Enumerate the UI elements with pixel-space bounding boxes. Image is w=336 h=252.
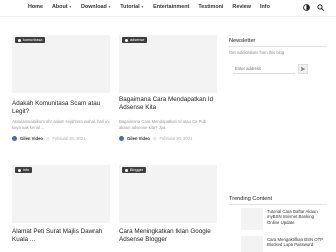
- chevron-down-icon: ▼: [68, 5, 73, 9]
- post-thumbnail[interactable]: adsense: [119, 35, 217, 93]
- post-tag[interactable]: adsense: [122, 37, 148, 43]
- post-title[interactable]: Bagaimana Cara Mendapatkan Id Adsense Ki…: [119, 96, 217, 111]
- post-excerpt: Bagaimana Cara Mendapatkan Id atau Ca Pu…: [119, 119, 207, 130]
- trending-item-title[interactable]: Tutorial Cara Daftar Akaun myBSN Interne…: [267, 209, 327, 225]
- nav-item-about[interactable]: About ▼: [52, 4, 72, 10]
- post-tag-label: info: [23, 168, 30, 172]
- chevron-down-icon: ▼: [140, 5, 145, 9]
- nav-item-label: About: [51, 4, 68, 10]
- newsletter-submit-button[interactable]: [298, 64, 308, 74]
- send-icon: [300, 66, 306, 72]
- post-tag-label: Blogger: [130, 168, 144, 172]
- divider: [229, 204, 327, 205]
- post-title[interactable]: Cara Meningkatkan Iklan Google Adsense B…: [119, 228, 217, 243]
- tag-icon: [18, 168, 21, 172]
- post-title[interactable]: Alamat Peti Surat Majlis Dawrah Kuala ..…: [12, 228, 110, 243]
- tag-icon: [125, 168, 128, 172]
- post-author[interactable]: Gilen Video: [127, 136, 150, 141]
- nav-item-tutorial[interactable]: Tutorial ▼: [120, 4, 144, 10]
- nav-item-review[interactable]: Review: [232, 4, 251, 10]
- nav-item-download[interactable]: Download ▼: [81, 4, 111, 10]
- nav-item-label: Download: [81, 4, 107, 10]
- post-tag[interactable]: info: [15, 167, 33, 173]
- post-tag[interactable]: komunitasa: [15, 37, 46, 43]
- author-avatar: [119, 136, 124, 141]
- nav-item-info[interactable]: Info: [260, 4, 270, 10]
- nav-item-entertainment[interactable]: Entertainment: [153, 4, 189, 10]
- post-meta: Gilen Video ◷ Februari 20, 2021: [12, 136, 86, 141]
- nav-item-label: Testimoni: [198, 4, 224, 10]
- search-icon[interactable]: [317, 4, 324, 11]
- divider: [229, 46, 327, 47]
- post-author[interactable]: Gilen Video: [20, 136, 43, 141]
- nav-item-home[interactable]: Home: [28, 4, 43, 10]
- newsletter-text: Get notifications from this blog: [229, 50, 285, 55]
- theme-toggle-icon[interactable]: [303, 4, 310, 11]
- post-thumbnail[interactable]: info: [12, 165, 110, 223]
- author-avatar: [12, 136, 17, 141]
- post-thumbnail[interactable]: komunitasa: [12, 35, 110, 93]
- trending-thumbnail[interactable]: [241, 208, 263, 230]
- trending-title: Trending Content: [229, 196, 273, 202]
- post-date: Februari 20, 2021: [52, 136, 86, 141]
- header-icons: [303, 4, 324, 11]
- top-navigation-bar: Home About ▼ Download ▼ Tutorial ▼ Entertai…: [0, 0, 336, 17]
- clock-icon: ◷: [152, 136, 157, 141]
- trending-thumbnail[interactable]: [241, 236, 263, 252]
- post-tag[interactable]: Blogger: [122, 167, 147, 173]
- post-excerpt: Assalamualaikum ahr salam sejahtera waha…: [12, 119, 110, 130]
- post-meta: Gilen Video ◷ Februari 20, 2021: [119, 136, 193, 141]
- trending-item-title[interactable]: Cara Mengaktifkan BSN OTP Blocked Lupa P…: [267, 237, 327, 248]
- post-tag-label: adsense: [130, 38, 145, 42]
- chevron-down-icon: ▼: [107, 5, 112, 9]
- post-title[interactable]: Adakah Komunitasa Scam atau Legit?: [12, 100, 110, 115]
- post-date: Februari 20, 2021: [159, 136, 193, 141]
- post-thumbnail[interactable]: Blogger: [119, 165, 217, 223]
- nav-item-label: Review: [232, 4, 251, 10]
- clock-icon: ◷: [45, 136, 50, 141]
- nav-item-testimoni[interactable]: Testimoni: [198, 4, 223, 10]
- main-nav: Home About ▼ Download ▼ Tutorial ▼ Entertai…: [28, 4, 270, 10]
- tag-icon: [125, 38, 128, 42]
- post-tag-label: komunitasa: [23, 38, 43, 42]
- nav-item-label: Info: [260, 4, 270, 10]
- nav-item-label: Home: [28, 4, 43, 10]
- newsletter-email-input[interactable]: [233, 64, 295, 74]
- tag-icon: [18, 38, 21, 42]
- nav-item-label: Entertainment: [153, 4, 190, 10]
- nav-item-label: Tutorial: [120, 4, 140, 10]
- newsletter-title: Newsletter: [229, 38, 256, 44]
